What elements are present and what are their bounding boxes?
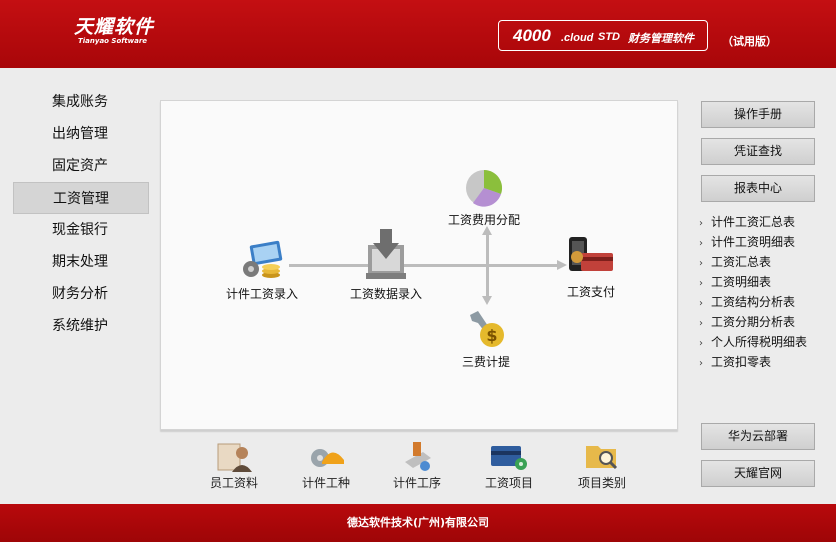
shortcut-item-category[interactable]: 项目类别 xyxy=(567,440,637,491)
shortcut-label: 工资项目 xyxy=(484,476,533,490)
nav-item-cash-bank[interactable]: 现金银行 xyxy=(13,214,149,246)
fee-wrench-icon: $ xyxy=(470,311,504,347)
flow-label: 工资支付 xyxy=(566,285,615,299)
data-entry-icon xyxy=(366,229,406,279)
logo-text: 天耀软件 xyxy=(74,16,155,38)
shortcut-label: 项目类别 xyxy=(577,476,626,490)
report-link[interactable]: › 计件工资汇总表 xyxy=(699,212,833,232)
product-cloud: .cloud xyxy=(561,32,594,44)
worker-helmet-icon xyxy=(311,449,344,467)
huawei-cloud-button[interactable]: 华为云部署 xyxy=(701,423,815,450)
nav-item-system-maintenance[interactable]: 系统维护 xyxy=(13,310,149,342)
process-icon xyxy=(405,442,431,471)
footer: 德达软件技术(广州)有限公司 xyxy=(0,504,836,542)
flow-label: 工资费用分配 xyxy=(447,213,520,227)
product-number: 4000 xyxy=(513,26,551,45)
report-label: 计件工资明细表 xyxy=(711,235,796,249)
flow-connector xyxy=(486,233,489,297)
nav-item-financial-analysis[interactable]: 财务分析 xyxy=(13,278,149,310)
report-label: 工资分期分析表 xyxy=(711,315,796,329)
payment-icon xyxy=(569,237,613,271)
chevron-right-icon: › xyxy=(699,318,703,329)
nav-item-accounting[interactable]: 集成账务 xyxy=(13,86,149,118)
report-center-button[interactable]: 报表中心 xyxy=(701,175,815,202)
nav-item-fixed-assets[interactable]: 固定资产 xyxy=(13,150,149,182)
report-link[interactable]: › 工资分期分析表 xyxy=(699,312,833,332)
report-link[interactable]: › 工资明细表 xyxy=(699,272,833,292)
report-link[interactable]: › 个人所得税明细表 xyxy=(699,332,833,352)
chevron-right-icon: › xyxy=(699,218,703,229)
nav-item-period-end[interactable]: 期末处理 xyxy=(13,246,149,278)
piece-wage-icon xyxy=(243,240,283,278)
svg-text:$: $ xyxy=(486,326,497,345)
card-icon xyxy=(491,446,527,470)
report-link[interactable]: › 工资扣零表 xyxy=(699,352,833,372)
flow-wage-data-entry[interactable]: 工资数据录入 xyxy=(341,227,431,302)
report-label: 计件工资汇总表 xyxy=(711,215,796,229)
flow-label: 计件工资录入 xyxy=(225,287,298,301)
shortcut-label: 计件工种 xyxy=(301,476,350,490)
chevron-right-icon: › xyxy=(699,358,703,369)
shortcut-wage-items[interactable]: 工资项目 xyxy=(474,440,544,491)
pie-chart-icon xyxy=(466,169,503,207)
product-badge: 4000 .cloud STD 财务管理软件 xyxy=(498,20,708,51)
product-edition: STD xyxy=(598,31,620,43)
chevron-right-icon: › xyxy=(699,278,703,289)
nav-item-payroll[interactable]: 工资管理 xyxy=(13,182,149,214)
voucher-search-button[interactable]: 凭证查找 xyxy=(701,138,815,165)
chevron-right-icon: › xyxy=(699,298,703,309)
flow-piece-wage-entry[interactable]: 计件工资录入 xyxy=(217,239,307,302)
report-label: 个人所得税明细表 xyxy=(711,335,808,349)
flow-wage-payment[interactable]: 工资支付 xyxy=(551,233,631,300)
nav-item-cashier[interactable]: 出纳管理 xyxy=(13,118,149,150)
payroll-flow-panel: 计件工资录入 工资数据录入 工资费用分配 工资支付 $ 三费计提 xyxy=(160,100,678,430)
report-link[interactable]: › 工资汇总表 xyxy=(699,252,833,272)
manual-button[interactable]: 操作手册 xyxy=(701,101,815,128)
report-link[interactable]: › 工资结构分析表 xyxy=(699,292,833,312)
company-name: 德达软件技术(广州)有限公司 xyxy=(346,516,490,529)
flow-wage-cost-allocation[interactable]: 工资费用分配 xyxy=(439,167,529,228)
shortcut-piece-process[interactable]: 计件工序 xyxy=(382,440,452,491)
shortcut-employee-data[interactable]: 员工资料 xyxy=(199,440,269,491)
shortcut-piece-work-type[interactable]: 计件工种 xyxy=(291,440,361,491)
report-list: › 计件工资汇总表 › 计件工资明细表 › 工资汇总表 › 工资明细表 › 工资结构分析表… xyxy=(699,212,833,372)
report-label: 工资明细表 xyxy=(711,275,772,289)
employee-icon xyxy=(217,443,252,472)
report-label: 工资结构分析表 xyxy=(711,295,796,309)
flow-label: 工资数据录入 xyxy=(349,287,422,301)
arrow-down-icon xyxy=(482,296,492,305)
flow-three-fees[interactable]: $ 三费计提 xyxy=(441,307,531,370)
official-site-button[interactable]: 天耀官网 xyxy=(701,460,815,487)
product-name: 财务管理软件 xyxy=(628,32,694,45)
flow-label: 三费计提 xyxy=(461,355,510,369)
trial-label: （试用版） xyxy=(722,35,777,48)
report-link[interactable]: › 计件工资明细表 xyxy=(699,232,833,252)
report-label: 工资汇总表 xyxy=(711,255,772,269)
logo: 天耀软件 Tianyao Software xyxy=(74,17,154,46)
chevron-right-icon: › xyxy=(699,238,703,249)
app-header: 天耀软件 Tianyao Software 4000 .cloud STD 财务… xyxy=(0,0,836,68)
shortcut-label: 计件工序 xyxy=(392,476,441,490)
logo-subtext: Tianyao Software xyxy=(78,37,148,45)
report-label: 工资扣零表 xyxy=(711,355,772,369)
shortcut-label: 员工资料 xyxy=(209,476,258,490)
chevron-right-icon: › xyxy=(699,258,703,269)
chevron-right-icon: › xyxy=(699,338,703,349)
folder-search-icon xyxy=(586,446,618,470)
